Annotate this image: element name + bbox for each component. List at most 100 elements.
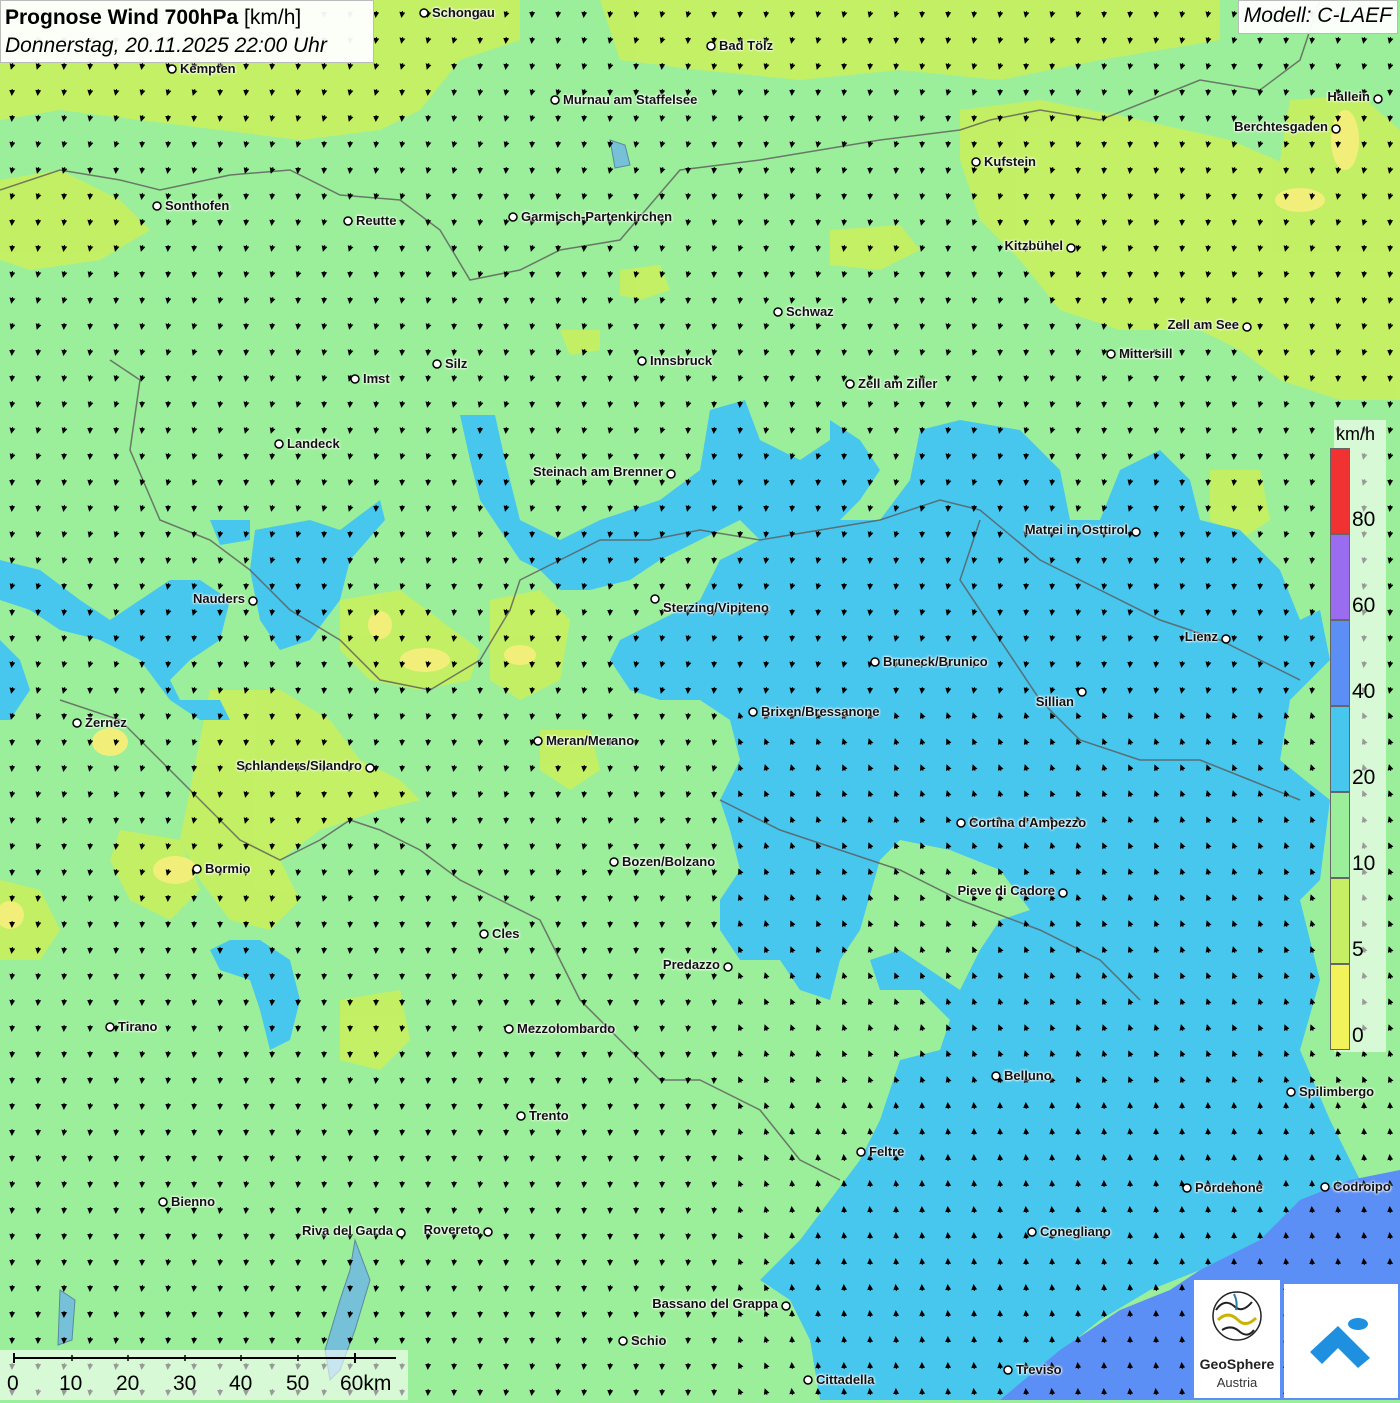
wind-arrow [38, 89, 39, 95]
wind-arrow [1286, 1233, 1287, 1239]
wind-arrow [584, 947, 585, 953]
app-logo[interactable] [1284, 1284, 1398, 1398]
city-label-imst: Imst [363, 371, 390, 386]
wind-arrow [168, 401, 169, 407]
wind-arrow [922, 1129, 923, 1135]
wind-arrow [1260, 193, 1261, 199]
wind-arrow [584, 635, 585, 641]
wind-arrow [90, 843, 91, 849]
city-label-brixen: Brixen/Bressanone [761, 704, 880, 719]
city-label-cles: Cles [492, 926, 519, 941]
wind-arrow [714, 557, 715, 563]
wind-arrow [1026, 1389, 1027, 1395]
wind-arrow [740, 271, 741, 277]
wind-arrow [1130, 141, 1131, 147]
wind-arrow [1182, 1155, 1183, 1161]
wind-arrow [558, 947, 559, 953]
wind-arrow [1260, 453, 1261, 459]
scale-tick-50: 50 [286, 1372, 309, 1396]
wind-arrow [480, 1285, 481, 1291]
wind-arrow [506, 687, 507, 693]
wind-arrow [194, 1077, 195, 1083]
wind-arrow [740, 401, 741, 407]
wind-arrow [870, 63, 871, 69]
wind-arrow [974, 1363, 975, 1369]
wind-arrow [1208, 1129, 1209, 1135]
wind-arrow [818, 89, 819, 95]
wind-arrow [428, 739, 429, 745]
city-label-lienz: Lienz [1185, 629, 1218, 644]
city-label-innsbruck: Innsbruck [650, 353, 712, 368]
wind-arrow [1104, 687, 1105, 693]
wind-arrow [272, 1025, 273, 1031]
wind-arrow [1026, 349, 1027, 355]
wind-arrow [818, 349, 819, 355]
wind-arrow [896, 1259, 897, 1265]
wind-arrow [506, 427, 507, 433]
city-label-schlanders: Schlanders/Silandro [236, 758, 362, 773]
wind-arrow [1364, 1233, 1365, 1239]
app-mountain-icon [1284, 1284, 1398, 1398]
wind-arrow [1338, 1259, 1339, 1265]
wind-arrow [818, 1337, 819, 1343]
city-label-sonthofen: Sonthofen [165, 198, 229, 213]
wind-arrow [350, 1155, 351, 1161]
wind-arrow [870, 453, 871, 459]
wind-arrow [90, 453, 91, 459]
wind-arrow [90, 1181, 91, 1187]
legend-swatch-20 [1330, 706, 1350, 792]
wind-arrow [1052, 323, 1053, 329]
wind-arrow [948, 271, 949, 277]
wind-arrow [740, 141, 741, 147]
wind-arrow [844, 1311, 845, 1317]
wind-arrow [324, 947, 325, 953]
wind-arrow [506, 297, 507, 303]
wind-arrow [1104, 427, 1105, 433]
wind-arrow [792, 505, 793, 511]
geosphere-logo[interactable]: GeoSphere Austria [1194, 1280, 1280, 1398]
wind-arrow [714, 817, 715, 823]
wind-arrow [272, 999, 273, 1005]
wind-arrow [90, 1207, 91, 1213]
wind-arrow [428, 609, 429, 615]
scale-tick-30: 30 [173, 1372, 196, 1396]
wind-arrow [558, 973, 559, 979]
wind-arrow [636, 1103, 637, 1109]
wind-arrow [870, 1363, 871, 1369]
wind-arrow [1286, 1129, 1287, 1135]
wind-arrow [1130, 661, 1131, 667]
wind-arrow [480, 193, 481, 199]
geosphere-name: GeoSphere [1194, 1356, 1280, 1372]
city-label-bad-toelz: Bad Tölz [719, 38, 773, 53]
wind-arrow [1052, 63, 1053, 69]
city-label-silz: Silz [445, 356, 467, 371]
wind-arrow [298, 973, 299, 979]
legend-unit: km/h [1336, 424, 1375, 445]
legend-tick-10: 10 [1352, 852, 1375, 876]
city-label-bozen: Bozen/Bolzano [622, 854, 715, 869]
wind-arrow [1182, 635, 1183, 641]
city-label-bienno: Bienno [171, 1194, 215, 1209]
wind-arrow [428, 219, 429, 225]
wind-arrow [1104, 297, 1105, 303]
wind-arrow [714, 1285, 715, 1291]
wind-arrow [116, 1181, 117, 1187]
wind-arrow [584, 1389, 585, 1395]
wind-arrow [870, 1285, 871, 1291]
wind-arrow [974, 1181, 975, 1187]
city-label-conegliano: Conegliano [1040, 1224, 1111, 1239]
wind-arrow [870, 193, 871, 199]
wind-arrow [1286, 37, 1287, 43]
wind-arrow [1182, 245, 1183, 251]
city-label-matrei: Matrei in Osttirol [1025, 522, 1128, 537]
wind-arrow [298, 999, 299, 1005]
wind-arrow [584, 895, 585, 901]
wind-arrow [558, 661, 559, 667]
wind-arrow [64, 1233, 65, 1239]
wind-arrow [428, 479, 429, 485]
wind-arrow [1052, 1285, 1053, 1291]
wind-arrow [844, 1389, 845, 1395]
wind-arrow [896, 687, 897, 693]
wind-arrow [636, 479, 637, 485]
wind-arrow [610, 921, 611, 927]
